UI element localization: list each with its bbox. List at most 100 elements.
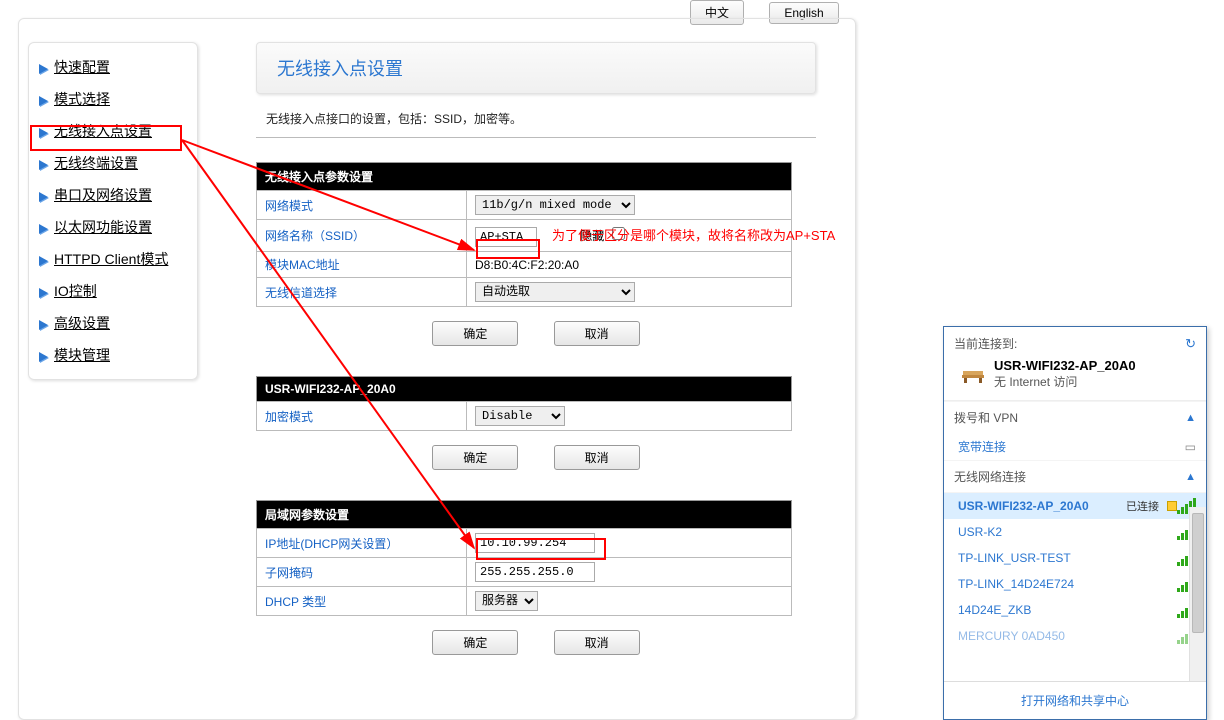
sidebar-item-quick[interactable]: 快速配置 (29, 51, 197, 83)
net-item[interactable]: MERCURY 0AD450 (944, 623, 1206, 644)
sidebar-link[interactable]: 串口及网络设置 (54, 187, 152, 203)
arrow-icon (39, 224, 48, 234)
net-name: TP-LINK_USR-TEST (958, 551, 1071, 565)
cancel-button[interactable]: 取消 (554, 321, 640, 346)
dhcp-select[interactable]: 服务器 (475, 591, 538, 611)
modem-icon: ▭ (1185, 440, 1196, 454)
button-row-1: 确定 取消 (256, 321, 816, 346)
sidebar-link[interactable]: 快速配置 (54, 59, 110, 75)
sidebar-link[interactable]: IO控制 (54, 283, 97, 299)
scrollbar-thumb[interactable] (1192, 513, 1204, 633)
chevron-up-icon: ▲ (1185, 471, 1196, 483)
cancel-button[interactable]: 取消 (554, 630, 640, 655)
arrow-icon (39, 192, 48, 202)
arrow-icon (39, 128, 48, 138)
hide-label: 隐藏 (580, 227, 604, 244)
sidebar-item-io[interactable]: IO控制 (29, 275, 197, 307)
sidebar-item-httpd[interactable]: HTTPD Client模式 (29, 243, 197, 275)
row-ip-label: IP地址(DHCP网关设置） (257, 529, 467, 558)
row-chan-value: 自动选取 (467, 278, 792, 307)
sidebar-link[interactable]: 高级设置 (54, 315, 110, 331)
encryption-table: USR-WIFI232-AP_20A0 加密模式 Disable (256, 376, 792, 431)
page-title: 无线接入点设置 (256, 42, 816, 94)
arrow-icon (39, 288, 48, 298)
row-ssid-label: 网络名称（SSID） (257, 220, 467, 252)
row-enc-label: 加密模式 (257, 402, 467, 431)
row-mask-value (467, 558, 792, 587)
net-item[interactable]: TP-LINK_USR-TEST (944, 545, 1206, 571)
sidebar-link[interactable]: HTTPD Client模式 (54, 251, 168, 267)
net-item[interactable]: USR-WIFI232-AP_20A0 已连接 (944, 493, 1206, 519)
row-ssid-value: 隐藏 (467, 220, 792, 252)
mask-input[interactable] (475, 562, 595, 582)
arrow-icon (39, 96, 48, 106)
sidebar-link[interactable]: 无线接入点设置 (54, 123, 152, 139)
net-name: USR-K2 (958, 525, 1002, 539)
sidebar-link[interactable]: 模块管理 (54, 347, 110, 363)
arrow-icon (39, 160, 48, 170)
conn-text: USR-WIFI232-AP_20A0 无 Internet 访问 (994, 358, 1136, 390)
wifi-cat-dial[interactable]: 拨号和 VPN ▲ (944, 401, 1206, 433)
wifi-flyout: 当前连接到: ↻ USR-WIFI232-AP_20A0 无 Internet … (943, 326, 1207, 720)
wifi-scrollbar[interactable] (1189, 507, 1206, 685)
page-description: 无线接入点接口的设置，包括：SSID，加密等。 (256, 94, 816, 138)
channel-select[interactable]: 自动选取 (475, 282, 635, 302)
cat-label: 拨号和 VPN (954, 409, 1018, 426)
row-mac-label: 模块MAC地址 (257, 252, 467, 278)
sidebar: 快速配置 模式选择 无线接入点设置 无线终端设置 串口及网络设置 以太网功能设置… (28, 42, 198, 380)
ssid-input[interactable] (475, 227, 537, 247)
sidebar-item-module[interactable]: 模块管理 (29, 339, 197, 371)
chevron-up-icon: ▲ (1185, 412, 1196, 424)
network-mode-select[interactable]: 11b/g/n mixed mode (475, 195, 635, 215)
arrow-icon (39, 64, 48, 74)
net-name: TP-LINK_14D24E724 (958, 577, 1074, 591)
row-dhcp-value: 服务器 (467, 587, 792, 616)
encryption-select[interactable]: Disable (475, 406, 565, 426)
wifi-open-center-link[interactable]: 打开网络和共享中心 (944, 681, 1206, 719)
wifi-current-label: 当前连接到: (954, 335, 1017, 352)
wifi-cat-wlan[interactable]: 无线网络连接 ▲ (944, 460, 1206, 492)
sidebar-item-adv[interactable]: 高级设置 (29, 307, 197, 339)
cat-label: 无线网络连接 (954, 468, 1026, 485)
ok-button[interactable]: 确定 (432, 321, 518, 346)
bench-icon (960, 363, 986, 385)
warning-icon (1167, 501, 1177, 511)
sidebar-item-sta[interactable]: 无线终端设置 (29, 147, 197, 179)
button-row-3: 确定 取消 (256, 630, 816, 655)
net-name: 14D24E_ZKB (958, 603, 1031, 617)
net-item-broadband[interactable]: 宽带连接 ▭ (944, 433, 1206, 460)
row-mask-label: 子网掩码 (257, 558, 467, 587)
conn-sub: 无 Internet 访问 (994, 373, 1136, 390)
ok-button[interactable]: 确定 (432, 445, 518, 470)
sidebar-item-mode[interactable]: 模式选择 (29, 83, 197, 115)
sidebar-item-serial[interactable]: 串口及网络设置 (29, 179, 197, 211)
conn-name: USR-WIFI232-AP_20A0 (994, 358, 1136, 373)
net-name: 宽带连接 (958, 438, 1006, 455)
button-row-2: 确定 取消 (256, 445, 816, 470)
sidebar-link[interactable]: 以太网功能设置 (54, 219, 152, 235)
wifi-current-connection[interactable]: USR-WIFI232-AP_20A0 无 Internet 访问 (944, 356, 1206, 401)
hide-ssid-checkbox[interactable] (612, 227, 625, 240)
wifi-network-list: USR-WIFI232-AP_20A0 已连接 USR-K2 TP-LINK_U… (944, 492, 1206, 644)
row-chan-label: 无线信道选择 (257, 278, 467, 307)
row-dhcp-label: DHCP 类型 (257, 587, 467, 616)
sidebar-item-eth[interactable]: 以太网功能设置 (29, 211, 197, 243)
row-mode-label: 网络模式 (257, 191, 467, 220)
lan-params-table: 局域网参数设置 IP地址(DHCP网关设置） 子网掩码 DHCP 类型 服务器 (256, 500, 792, 616)
wifi-current-header: 当前连接到: ↻ (944, 327, 1206, 356)
row-mac-value: D8:B0:4C:F2:20:A0 (467, 252, 792, 278)
content-area: 无线接入点设置 无线接入点接口的设置，包括：SSID，加密等。 无线接入点参数设… (256, 42, 816, 685)
refresh-icon[interactable]: ↻ (1185, 336, 1196, 352)
arrow-icon (39, 320, 48, 330)
net-item[interactable]: TP-LINK_14D24E724 (944, 571, 1206, 597)
sidebar-link[interactable]: 无线终端设置 (54, 155, 138, 171)
net-item[interactable]: USR-K2 (944, 519, 1206, 545)
net-item[interactable]: 14D24E_ZKB (944, 597, 1206, 623)
sidebar-link[interactable]: 模式选择 (54, 91, 110, 107)
ok-button[interactable]: 确定 (432, 630, 518, 655)
cancel-button[interactable]: 取消 (554, 445, 640, 470)
row-ip-value (467, 529, 792, 558)
sidebar-item-ap[interactable]: 无线接入点设置 (29, 115, 197, 147)
table-caption: 局域网参数设置 (257, 501, 792, 529)
ip-input[interactable] (475, 533, 595, 553)
